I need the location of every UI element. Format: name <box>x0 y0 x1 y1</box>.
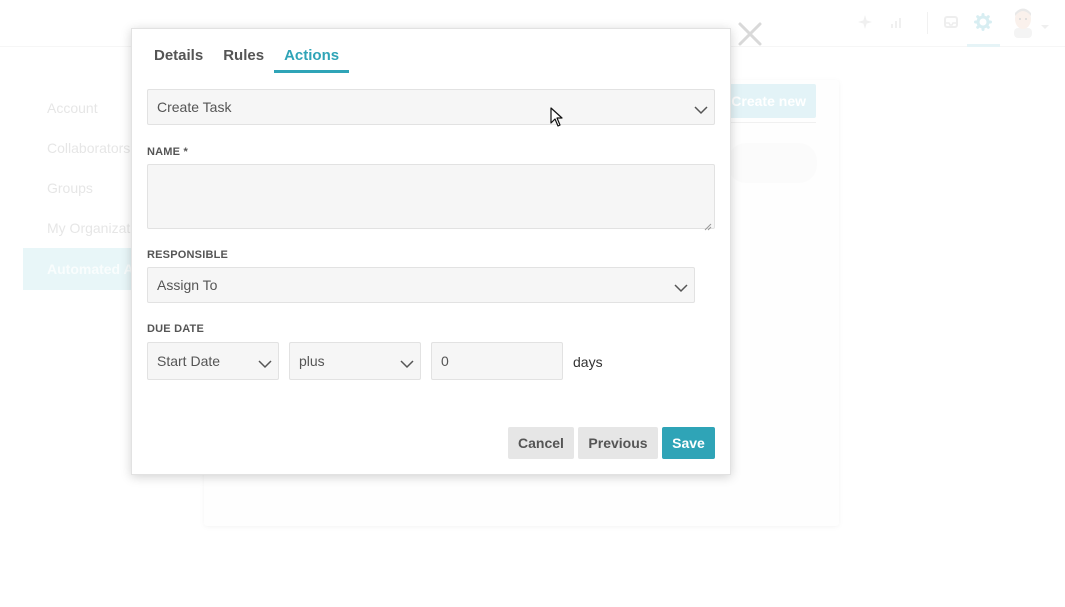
due-date-base-value: Start Date <box>157 353 221 369</box>
chevron-down-icon <box>674 280 688 293</box>
chevron-down-icon <box>694 102 708 115</box>
responsible-value: Assign To <box>157 277 218 293</box>
mouse-cursor-icon <box>550 107 564 127</box>
due-date-label: DUE DATE <box>147 323 205 335</box>
due-date-amount-value: 0 <box>441 353 449 369</box>
modal-tabs: Details Rules Actions <box>144 29 350 75</box>
tab-details[interactable]: Details <box>144 29 213 73</box>
tab-rules[interactable]: Rules <box>213 29 274 73</box>
name-field[interactable] <box>147 164 715 231</box>
save-button[interactable]: Save <box>662 427 715 459</box>
responsible-select[interactable]: Assign To <box>147 267 695 303</box>
action-type-value: Create Task <box>157 99 232 115</box>
resize-handle-icon[interactable] <box>704 218 712 231</box>
tab-actions[interactable]: Actions <box>274 29 350 73</box>
cancel-button[interactable]: Cancel <box>508 427 574 459</box>
action-type-select[interactable]: Create Task <box>147 89 715 125</box>
automated-action-modal: Details Rules Actions Create Task NAME *… <box>131 28 731 475</box>
previous-button[interactable]: Previous <box>578 427 658 459</box>
name-label: NAME * <box>147 146 188 158</box>
due-date-unit: days <box>573 354 603 370</box>
due-date-operator-value: plus <box>299 353 325 369</box>
due-date-operator-select[interactable]: plus <box>289 342 421 380</box>
close-icon[interactable] <box>737 21 763 47</box>
responsible-label: RESPONSIBLE <box>147 249 229 261</box>
due-date-amount-input[interactable]: 0 <box>431 342 563 380</box>
chevron-down-icon <box>258 356 272 369</box>
due-date-base-select[interactable]: Start Date <box>147 342 279 380</box>
chevron-down-icon <box>400 356 414 369</box>
